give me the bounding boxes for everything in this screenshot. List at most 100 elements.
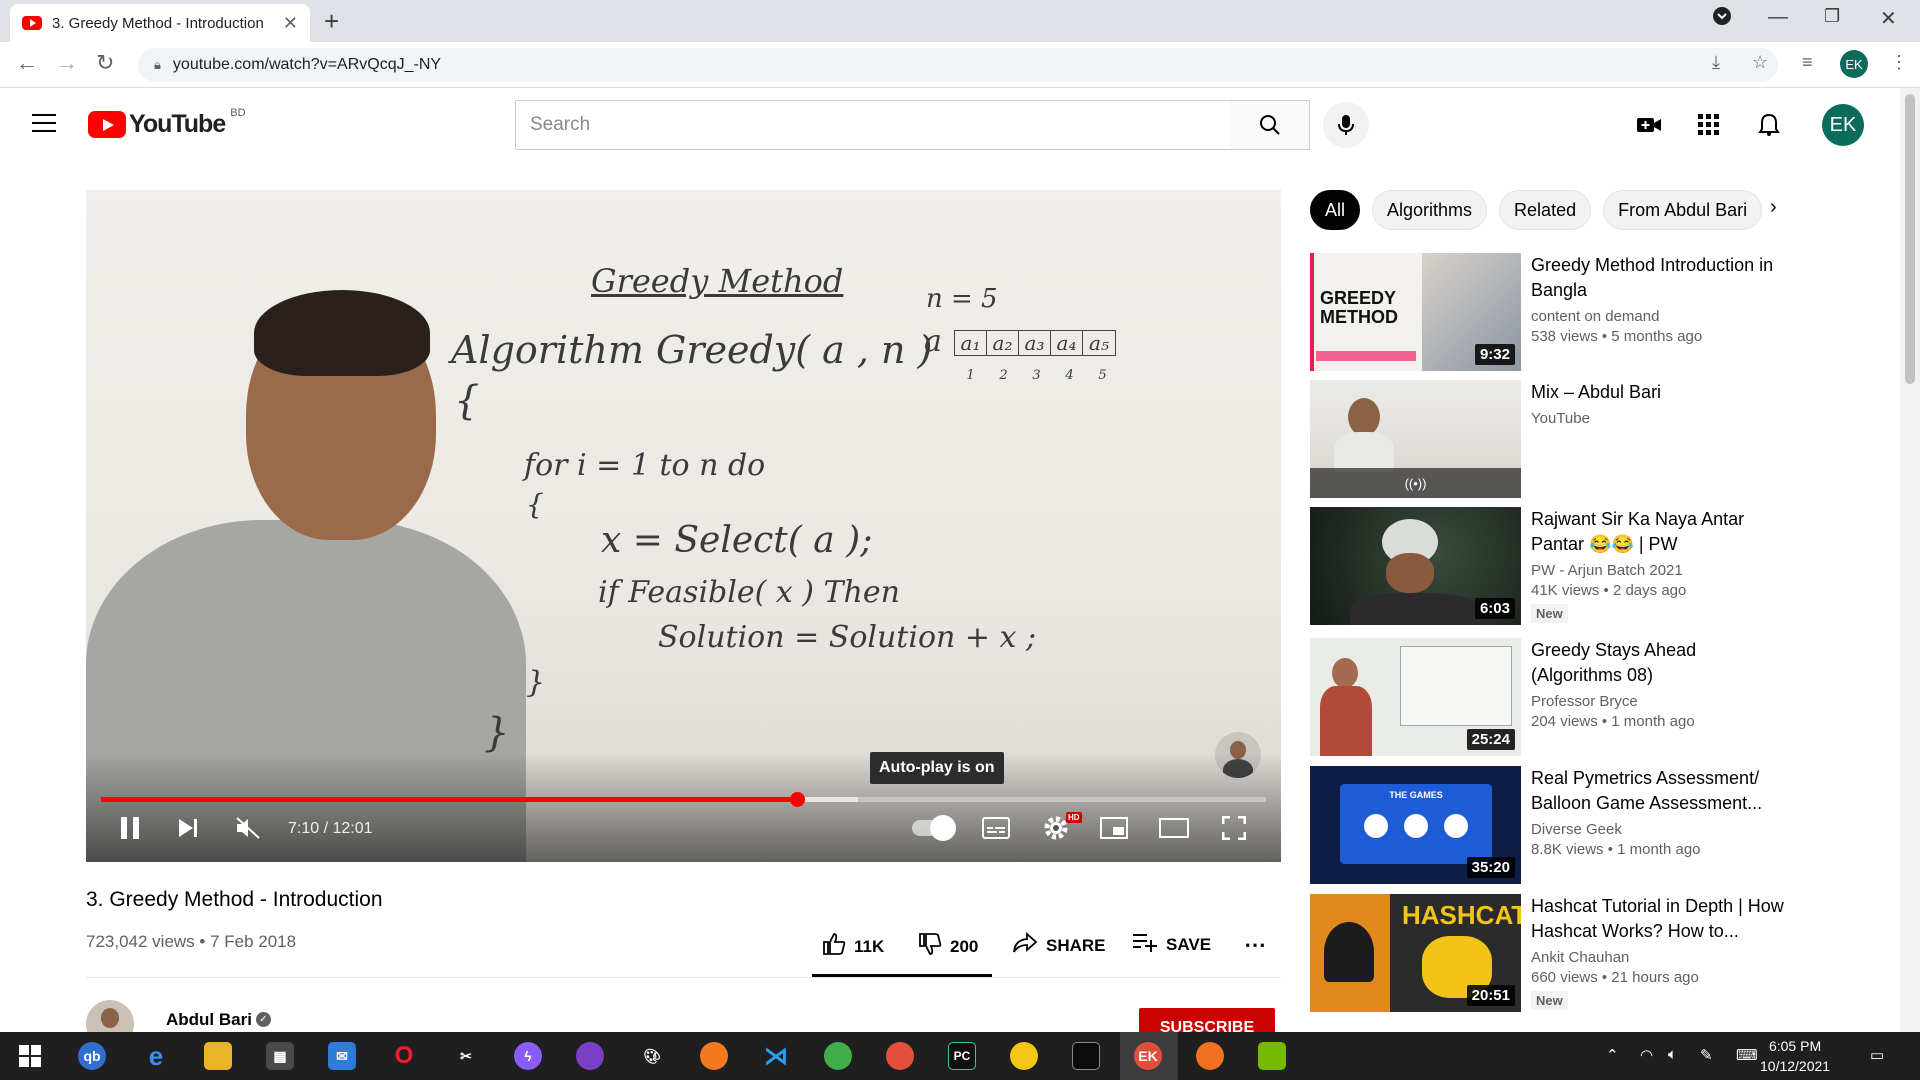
nvidia-icon[interactable]: [1258, 1042, 1286, 1070]
recommendation-item[interactable]: GREEDY METHOD 9:32 Greedy Method Introdu…: [1310, 253, 1790, 371]
mail-icon[interactable]: ✉: [328, 1042, 356, 1070]
video-thumbnail[interactable]: THE GAMES 35:20: [1310, 766, 1521, 884]
chip-all[interactable]: All: [1310, 190, 1361, 230]
channel-name[interactable]: Abdul Bari: [166, 1010, 252, 1030]
reload-icon[interactable]: ↻: [96, 50, 114, 76]
keyboard-icon[interactable]: ⌨: [1736, 1046, 1758, 1064]
volume-icon[interactable]: 🔈︎: [1668, 1046, 1677, 1063]
snipping-tool-icon[interactable]: ✂: [452, 1042, 480, 1070]
menu-icon[interactable]: [32, 114, 56, 132]
next-button[interactable]: [170, 810, 206, 846]
recommendation-title[interactable]: Mix – Abdul Bari: [1531, 380, 1791, 405]
microsoft-store-icon[interactable]: ▦: [266, 1042, 294, 1070]
restore-icon[interactable]: ❐: [1824, 6, 1840, 27]
pause-button[interactable]: [112, 810, 148, 846]
notifications-bell-icon[interactable]: [1752, 108, 1786, 142]
browser-tab[interactable]: 3. Greedy Method - Introduction ✕: [10, 4, 310, 42]
divider: [86, 977, 1281, 978]
install-app-icon[interactable]: ⤓: [1712, 52, 1720, 73]
chip-algorithms[interactable]: Algorithms: [1372, 190, 1488, 230]
close-tab-icon[interactable]: ✕: [283, 13, 298, 34]
minimize-icon[interactable]: —: [1768, 6, 1788, 29]
close-window-icon[interactable]: ✕: [1880, 6, 1897, 31]
recommendation-item[interactable]: 25:24 Greedy Stays Ahead (Algorithms 08)…: [1310, 638, 1790, 756]
video-thumbnail[interactable]: ((•)): [1310, 380, 1521, 498]
mute-button[interactable]: [230, 810, 266, 846]
autoplay-toggle[interactable]: [912, 815, 956, 841]
video-thumbnail[interactable]: HASHCAT 20:51: [1310, 894, 1521, 1012]
terminal-icon[interactable]: [1072, 1042, 1100, 1070]
recommendation-title[interactable]: Real Pymetrics Assessment/ Balloon Game …: [1531, 766, 1791, 816]
recommendation-title[interactable]: Hashcat Tutorial in Depth | How Hashcat …: [1531, 894, 1791, 944]
subtitles-button[interactable]: [978, 810, 1014, 846]
postman-icon[interactable]: [1196, 1042, 1224, 1070]
recommendation-item[interactable]: ((•)) Mix – Abdul Bari YouTube: [1310, 380, 1790, 498]
miniplayer-button[interactable]: [1096, 810, 1132, 846]
vscode-icon[interactable]: ⋊: [762, 1042, 790, 1070]
dislike-button[interactable]: 200: [918, 932, 978, 961]
board-n-equals: n = 5: [926, 284, 998, 314]
back-icon[interactable]: ←: [16, 50, 38, 76]
messenger-icon[interactable]: ϟ: [514, 1042, 542, 1070]
browser-menu-icon[interactable]: ⋮: [1890, 52, 1908, 73]
bookmark-star-icon[interactable]: ☆: [1752, 52, 1768, 73]
progress-scrubber[interactable]: [789, 792, 805, 807]
search-field[interactable]: [515, 100, 1231, 150]
new-tab-icon[interactable]: +: [324, 6, 339, 37]
theater-mode-button[interactable]: [1156, 810, 1192, 846]
share-button[interactable]: SHARE: [1012, 931, 1106, 959]
system-clock[interactable]: 6:05 PM 10/12/2021: [1760, 1036, 1830, 1076]
github-desktop-icon[interactable]: [576, 1042, 604, 1070]
recommendation-title[interactable]: Greedy Stays Ahead (Algorithms 08): [1531, 638, 1791, 688]
video-thumbnail[interactable]: GREEDY METHOD 9:32: [1310, 253, 1521, 371]
save-button[interactable]: SAVE: [1132, 932, 1211, 957]
progress-bar[interactable]: [101, 792, 1266, 807]
qbittorrent-icon[interactable]: qb: [78, 1042, 106, 1070]
opera-browser-icon[interactable]: O: [390, 1042, 418, 1070]
tray-overflow-icon[interactable]: ⌃: [1606, 1046, 1619, 1064]
notification-center-icon[interactable]: ▭: [1870, 1046, 1884, 1064]
chrome-active-icon[interactable]: EK: [1134, 1042, 1162, 1070]
search-button[interactable]: [1230, 100, 1310, 150]
apps-grid-icon[interactable]: [1692, 108, 1726, 142]
edge-browser-icon[interactable]: e: [142, 1041, 170, 1071]
forward-icon[interactable]: →: [56, 50, 78, 76]
share-label: SHARE: [1046, 935, 1106, 955]
chevron-right-icon[interactable]: ›: [1770, 196, 1777, 219]
video-player[interactable]: Greedy Method Algorithm Greedy( a , n ) …: [86, 190, 1281, 862]
account-avatar[interactable]: EK: [1822, 104, 1864, 146]
chip-related[interactable]: Related: [1499, 190, 1592, 230]
pycharm-icon[interactable]: PC: [948, 1042, 976, 1070]
video-thumbnail[interactable]: 6:03: [1310, 507, 1521, 625]
recommendation-item[interactable]: 6:03 Rajwant Sir Ka Naya Antar Pantar 😂😂…: [1310, 507, 1790, 625]
file-explorer-icon[interactable]: [204, 1042, 232, 1070]
voice-search-button[interactable]: [1323, 102, 1369, 148]
like-button[interactable]: 11K: [822, 932, 884, 961]
miniplayer-icon: [1100, 817, 1128, 839]
chrome-icon[interactable]: [1010, 1042, 1038, 1070]
tab-search-icon[interactable]: [1712, 6, 1732, 32]
chrome-canary-icon[interactable]: [824, 1042, 852, 1070]
paint-icon[interactable]: 🎨︎: [638, 1042, 666, 1070]
browser-profile-avatar[interactable]: EK: [1840, 50, 1868, 78]
video-thumbnail[interactable]: 25:24: [1310, 638, 1521, 756]
page-scrollbar[interactable]: [1900, 88, 1920, 1032]
fullscreen-button[interactable]: [1216, 810, 1252, 846]
create-video-icon[interactable]: [1632, 108, 1666, 142]
recommendation-title[interactable]: Greedy Method Introduction in Bangla: [1531, 253, 1791, 303]
windows-start-icon[interactable]: [16, 1042, 44, 1070]
more-actions-icon[interactable]: ⋯: [1244, 932, 1266, 958]
firefox-icon[interactable]: [700, 1042, 728, 1070]
chip-from-abdul-bari[interactable]: From Abdul Bari: [1603, 190, 1763, 230]
recommendation-item[interactable]: HASHCAT 20:51 Hashcat Tutorial in Depth …: [1310, 894, 1790, 1012]
address-bar[interactable]: 🔒︎ youtube.com/watch?v=ARvQcqJ_-NY: [138, 48, 1778, 82]
media-control-icon[interactable]: ≡: [1802, 52, 1813, 73]
wifi-icon[interactable]: ◠: [1640, 1046, 1653, 1064]
chrome-profile-icon[interactable]: [886, 1042, 914, 1070]
recommendation-item[interactable]: THE GAMES 35:20 Real Pymetrics Assessmen…: [1310, 766, 1790, 884]
search-input[interactable]: [530, 114, 1230, 136]
scrollbar-thumb[interactable]: [1905, 94, 1915, 384]
youtube-logo[interactable]: YouTube BD: [88, 107, 246, 139]
pen-icon[interactable]: ✎: [1700, 1046, 1713, 1064]
recommendation-title[interactable]: Rajwant Sir Ka Naya Antar Pantar 😂😂 | PW: [1531, 507, 1791, 557]
